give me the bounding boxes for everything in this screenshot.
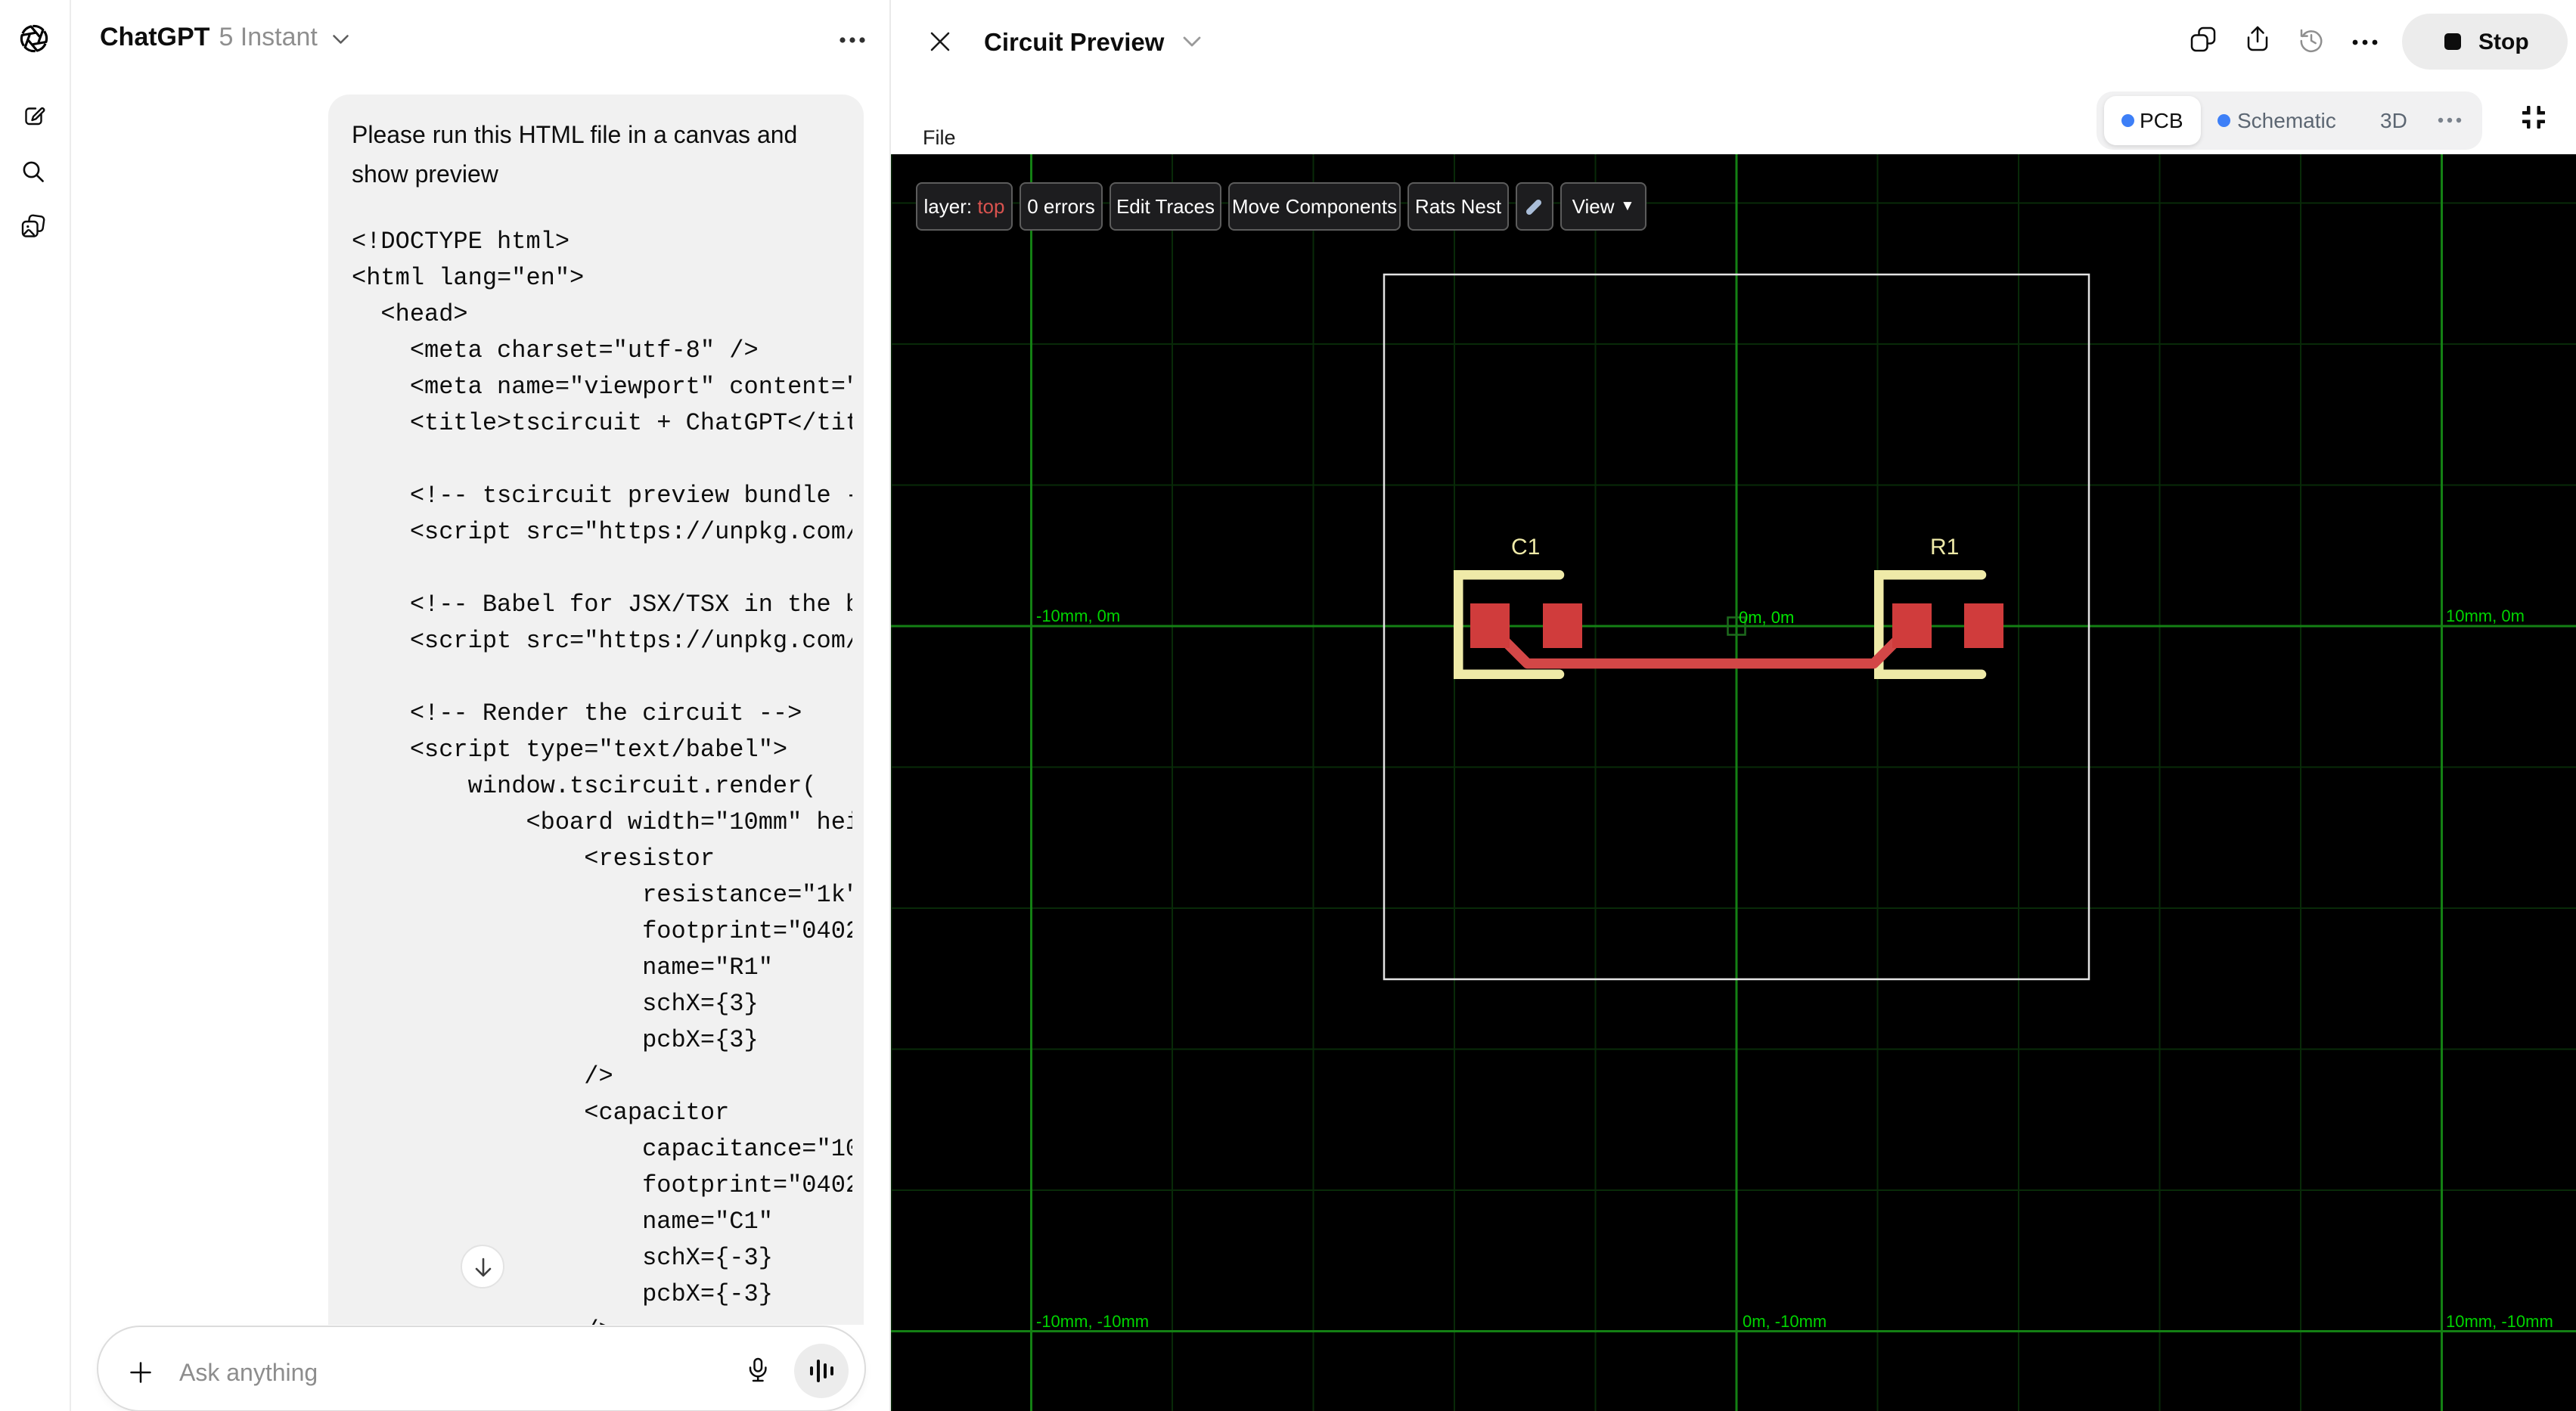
svg-text:C1: C1 [1511,535,1540,560]
svg-text:0m, -10mm: 0m, -10mm [1743,1312,1826,1331]
svg-text:10mm, -10mm: 10mm, -10mm [2446,1312,2553,1331]
svg-text:0m, 0m: 0m, 0m [1739,608,1794,627]
svg-text:R1: R1 [1930,535,1959,560]
svg-text:-10mm, 0m: -10mm, 0m [1036,606,1120,625]
svg-text:-10mm, -10mm: -10mm, -10mm [1036,1312,1149,1331]
svg-text:10mm, 0m: 10mm, 0m [2446,606,2525,625]
